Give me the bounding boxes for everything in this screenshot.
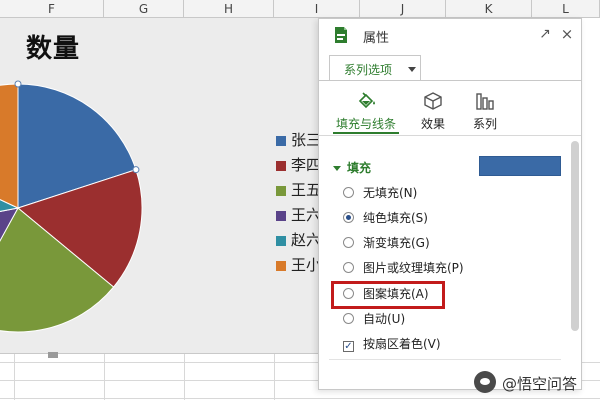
collapse-triangle-icon <box>333 166 341 171</box>
cube-icon <box>424 92 442 110</box>
option-solid-fill[interactable]: 纯色填充(S) <box>343 209 428 227</box>
watermark-text: @悟空问答 <box>502 375 578 393</box>
column-header-h[interactable]: H <box>184 0 274 18</box>
close-icon[interactable]: × <box>559 25 575 43</box>
legend-label: 赵六 <box>291 231 322 249</box>
properties-icon <box>335 27 347 43</box>
option-vary-colors-by-slice[interactable]: ✓ 按扇区着色(V) <box>343 335 441 353</box>
legend-swatch <box>276 135 286 146</box>
column-header-bar: F G H I J K L <box>0 0 600 18</box>
option-picture-texture-fill[interactable]: 图片或纹理填充(P) <box>343 259 464 277</box>
legend-label: 李四 <box>291 156 322 174</box>
panel-header: 属性 ↗ × <box>319 19 581 51</box>
paint-bucket-icon <box>358 92 375 109</box>
radio-button[interactable] <box>343 212 354 223</box>
legend-item[interactable]: 李四 <box>276 155 321 180</box>
legend-swatch <box>276 235 286 246</box>
tab-series[interactable]: 系列 <box>453 91 517 131</box>
active-tab-indicator <box>333 132 399 134</box>
panel-title: 属性 <box>363 31 390 46</box>
legend-label: 张三 <box>291 131 322 149</box>
legend-item[interactable]: 王小 <box>276 255 321 280</box>
legend-swatch <box>276 185 286 196</box>
watermark-logo-icon <box>474 371 496 393</box>
tab-fill-and-line[interactable]: 填充与线条 <box>334 91 398 131</box>
radio-button[interactable] <box>343 262 354 273</box>
column-header-i[interactable]: I <box>274 0 360 18</box>
checkbox[interactable]: ✓ <box>343 341 354 352</box>
column-header-g[interactable]: G <box>104 0 184 18</box>
chart-legend[interactable]: 张三 李四 王五 王六 赵六 王小 <box>276 130 321 280</box>
column-header-l[interactable]: L <box>532 0 600 18</box>
panel-scrollbar[interactable] <box>571 141 579 331</box>
grid-line <box>0 398 600 399</box>
selection-handle[interactable] <box>14 80 22 88</box>
tab-label: 系列 <box>472 117 497 131</box>
divider <box>329 359 561 360</box>
pie-chart[interactable]: 数量 张三 李四 王五 王六 赵六 王小 <box>0 18 340 354</box>
radio-button[interactable] <box>343 313 354 324</box>
legend-item[interactable]: 王五 <box>276 180 321 205</box>
legend-label: 王五 <box>291 181 322 199</box>
option-gradient-fill[interactable]: 渐变填充(G) <box>343 234 430 252</box>
radio-button[interactable] <box>343 237 354 248</box>
properties-panel: 属性 ↗ × 系列选项 填充与线条 效果 系列 填充 无填充(N) 纯色填充(S… <box>318 18 582 390</box>
pin-icon[interactable]: ↗ <box>537 25 553 43</box>
watermark: @悟空问答 <box>474 370 596 396</box>
option-label: 图片或纹理填充(P) <box>363 261 464 275</box>
fill-section-header[interactable]: 填充 <box>333 159 371 176</box>
pie-slice[interactable] <box>0 83 19 209</box>
highlight-annotation-box <box>331 281 445 309</box>
option-label: 自动(U) <box>363 312 406 326</box>
legend-swatch <box>276 160 286 171</box>
option-label: 纯色填充(S) <box>363 211 428 225</box>
option-label: 渐变填充(G) <box>363 236 430 250</box>
legend-swatch <box>276 210 286 221</box>
option-no-fill[interactable]: 无填充(N) <box>343 184 417 202</box>
legend-item[interactable]: 王六 <box>276 205 321 230</box>
column-header-k[interactable]: K <box>446 0 532 18</box>
tab-label: 填充与线条 <box>335 117 396 131</box>
radio-button[interactable] <box>343 187 354 198</box>
divider <box>319 80 581 81</box>
bar-chart-icon <box>476 93 494 110</box>
legend-label: 王六 <box>291 206 322 224</box>
selection-handle[interactable] <box>132 166 140 174</box>
series-options-label: 系列选项 <box>344 63 393 77</box>
option-label: 按扇区着色(V) <box>363 337 441 351</box>
fill-color-picker[interactable] <box>479 156 561 176</box>
legend-item[interactable]: 张三 <box>276 130 321 155</box>
column-header-f[interactable]: F <box>0 0 104 18</box>
divider <box>319 135 581 136</box>
option-label: 无填充(N) <box>363 186 418 200</box>
series-options-dropdown[interactable]: 系列选项 <box>329 55 421 81</box>
legend-item[interactable]: 赵六 <box>276 230 321 255</box>
chevron-down-icon <box>408 67 416 72</box>
option-automatic[interactable]: 自动(U) <box>343 310 405 328</box>
column-header-j[interactable]: J <box>360 0 446 18</box>
legend-swatch <box>276 260 286 271</box>
fill-section-title: 填充 <box>347 161 372 175</box>
chart-resize-handle[interactable] <box>48 352 58 358</box>
legend-label: 王小 <box>291 256 322 274</box>
